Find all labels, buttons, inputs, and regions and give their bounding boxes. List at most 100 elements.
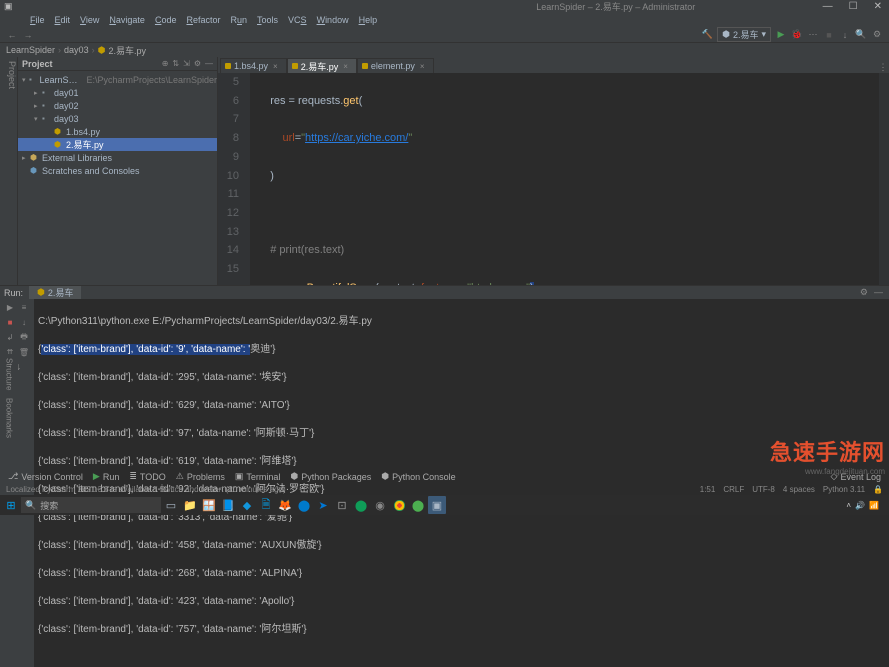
tree-file-selected[interactable]: ⬢2.易车.py <box>18 138 217 151</box>
structure-tool[interactable]: Structure <box>5 358 14 390</box>
python-console-tool[interactable]: ⬢Python Console <box>377 471 459 482</box>
taskbar-app[interactable]: ⊡ <box>333 496 351 514</box>
taskbar-app[interactable]: 🪟 <box>200 496 218 514</box>
interpreter[interactable]: Python 3.11 <box>823 485 865 494</box>
taskbar-app[interactable]: 📁 <box>181 496 199 514</box>
minimize-button[interactable]: — <box>820 1 836 12</box>
expand-all-button[interactable]: ⇅ <box>172 59 179 68</box>
python-packages-tool[interactable]: ⬢Python Packages <box>286 471 375 482</box>
soft-wrap-button[interactable]: ↲ <box>4 331 17 344</box>
run-tab-icon[interactable]: ≡ <box>18 301 31 314</box>
run-hide-icon[interactable]: — <box>874 287 883 298</box>
taskbar-app[interactable]: 🗎 <box>257 496 275 514</box>
menu-refactor[interactable]: Refactor <box>182 15 224 25</box>
terminal-tool[interactable]: ▣Terminal <box>231 471 285 482</box>
hide-panel-button[interactable]: — <box>205 59 213 68</box>
menu-view[interactable]: View <box>76 15 103 25</box>
menu-help[interactable]: Help <box>355 15 382 25</box>
taskbar-app[interactable]: ➤ <box>314 496 332 514</box>
run-config-selector[interactable]: ⬢ 2.易车 ▾ <box>717 27 771 42</box>
tree-file[interactable]: ⬢1.bs4.py <box>18 125 217 138</box>
tree-folder[interactable]: ▸▪day02 <box>18 99 217 112</box>
taskbar-search[interactable]: 🔍 搜索 <box>21 497 161 513</box>
settings-button[interactable]: ⚙ <box>871 29 883 41</box>
problems-tool[interactable]: ⚠Problems <box>172 471 229 482</box>
select-opened-file-button[interactable]: ⊕ <box>162 59 169 68</box>
menu-code[interactable]: Code <box>151 15 181 25</box>
rerun-button[interactable]: ▶ <box>4 301 17 314</box>
collapse-all-button[interactable]: ⇲ <box>183 59 190 68</box>
debug-button[interactable]: 🐞 <box>791 29 803 41</box>
menu-vcs[interactable]: VCS <box>284 15 311 25</box>
taskbar-app[interactable]: 🦊 <box>276 496 294 514</box>
bookmarks-tool[interactable]: Bookmarks <box>5 398 14 438</box>
file-encoding[interactable]: UTF-8 <box>752 485 775 494</box>
close-button[interactable]: ✕ <box>871 1 885 12</box>
indent-settings[interactable]: 4 spaces <box>783 485 815 494</box>
tray-chevron-icon[interactable]: ˄ <box>846 501 851 510</box>
taskbar-app[interactable]: ⬤ <box>352 496 370 514</box>
event-log-tool[interactable]: ◇Event Log <box>827 471 885 482</box>
console-output[interactable]: C:\Python311\python.exe E:/PycharmProjec… <box>34 299 889 667</box>
close-tab-icon[interactable]: × <box>273 62 278 71</box>
taskbar-app[interactable]: ◆ <box>238 496 256 514</box>
caret-position[interactable]: 1:51 <box>700 485 716 494</box>
line-separator[interactable]: CRLF <box>723 485 744 494</box>
system-tray[interactable]: ˄ 🔊 📶 <box>846 501 887 510</box>
tree-folder[interactable]: ▸▪day01 <box>18 86 217 99</box>
breadcrumb-project[interactable]: LearnSpider <box>6 45 55 55</box>
search-everywhere-button[interactable]: 🔍 <box>855 29 867 41</box>
clear-all-button[interactable]: 🗑 <box>18 346 31 359</box>
breadcrumb-folder[interactable]: day03 <box>64 45 89 55</box>
tree-scratches[interactable]: ⬢Scratches and Consoles <box>18 164 217 177</box>
taskbar-app[interactable]: 📘 <box>219 496 237 514</box>
lock-icon[interactable]: 🔒 <box>873 485 883 494</box>
nav-forward-button[interactable]: → <box>22 29 34 41</box>
taskbar-app[interactable]: ⬤ <box>295 496 313 514</box>
menu-tools[interactable]: Tools <box>253 15 282 25</box>
left-tool-strip[interactable]: Project <box>0 57 18 285</box>
settings-icon[interactable]: ⚙ <box>194 59 201 68</box>
menu-edit[interactable]: Edit <box>51 15 75 25</box>
menu-file[interactable]: File <box>26 15 49 25</box>
menu-window[interactable]: Window <box>313 15 353 25</box>
editor-tab[interactable]: 1.bs4.py× <box>220 58 287 73</box>
build-button[interactable]: 🔨 <box>701 29 713 41</box>
more-run-button[interactable]: ⋯ <box>807 29 819 41</box>
maximize-button[interactable]: ☐ <box>846 1 861 12</box>
breadcrumb-file[interactable]: 2.易车.py <box>108 44 146 57</box>
close-tab-icon[interactable]: × <box>343 62 348 71</box>
editor-body[interactable]: 56789101112131415 res = requests.get( ur… <box>218 73 889 285</box>
editor-tab[interactable]: element.py× <box>357 58 434 73</box>
run-button[interactable]: ▶ <box>775 29 787 41</box>
tree-folder[interactable]: ▾▪day03 <box>18 112 217 125</box>
editor-more-icon[interactable]: ⋮ <box>877 61 889 73</box>
version-control-tool[interactable]: ⎇Version Control <box>4 471 87 482</box>
tree-root[interactable]: ▾ ▪ LearnSpider E:\PycharmProjects\Learn… <box>18 73 217 86</box>
tree-external-libs[interactable]: ▸⬢External Libraries <box>18 151 217 164</box>
nav-back-button[interactable]: ← <box>6 29 18 41</box>
close-tab-icon[interactable]: × <box>420 62 425 71</box>
tray-icon[interactable]: 🔊 <box>855 501 865 510</box>
run-tool[interactable]: ▶Run <box>89 471 123 482</box>
menu-navigate[interactable]: Navigate <box>105 15 149 25</box>
print-button[interactable]: 🖶 <box>18 331 31 344</box>
taskbar-app-active[interactable]: ▣ <box>428 496 446 514</box>
task-view-button[interactable]: ▭ <box>162 496 180 514</box>
editor-tab-active[interactable]: 2.易车.py× <box>287 58 357 73</box>
taskbar-app[interactable]: ⬤ <box>409 496 427 514</box>
stop-button[interactable]: ■ <box>823 29 835 41</box>
scroll-to-end-button[interactable]: ↓ <box>18 316 31 329</box>
run-tab[interactable]: ⬢2.易车 <box>29 286 81 299</box>
tray-icon[interactable]: 📶 <box>869 501 879 510</box>
taskbar-app[interactable] <box>390 496 408 514</box>
taskbar-app[interactable]: ◉ <box>371 496 389 514</box>
left-tool-strip-bottom[interactable]: Structure Bookmarks <box>0 354 18 454</box>
code-area[interactable]: res = requests.get( url="https://car.yic… <box>250 73 879 285</box>
run-settings-icon[interactable]: ⚙ <box>860 287 868 298</box>
todo-tool[interactable]: ≣TODO <box>125 471 169 482</box>
git-pull-button[interactable]: ↓ <box>839 29 851 41</box>
stop-run-button[interactable]: ■ <box>4 316 17 329</box>
start-button[interactable]: ⊞ <box>2 496 20 514</box>
menu-run[interactable]: Run <box>226 15 251 25</box>
